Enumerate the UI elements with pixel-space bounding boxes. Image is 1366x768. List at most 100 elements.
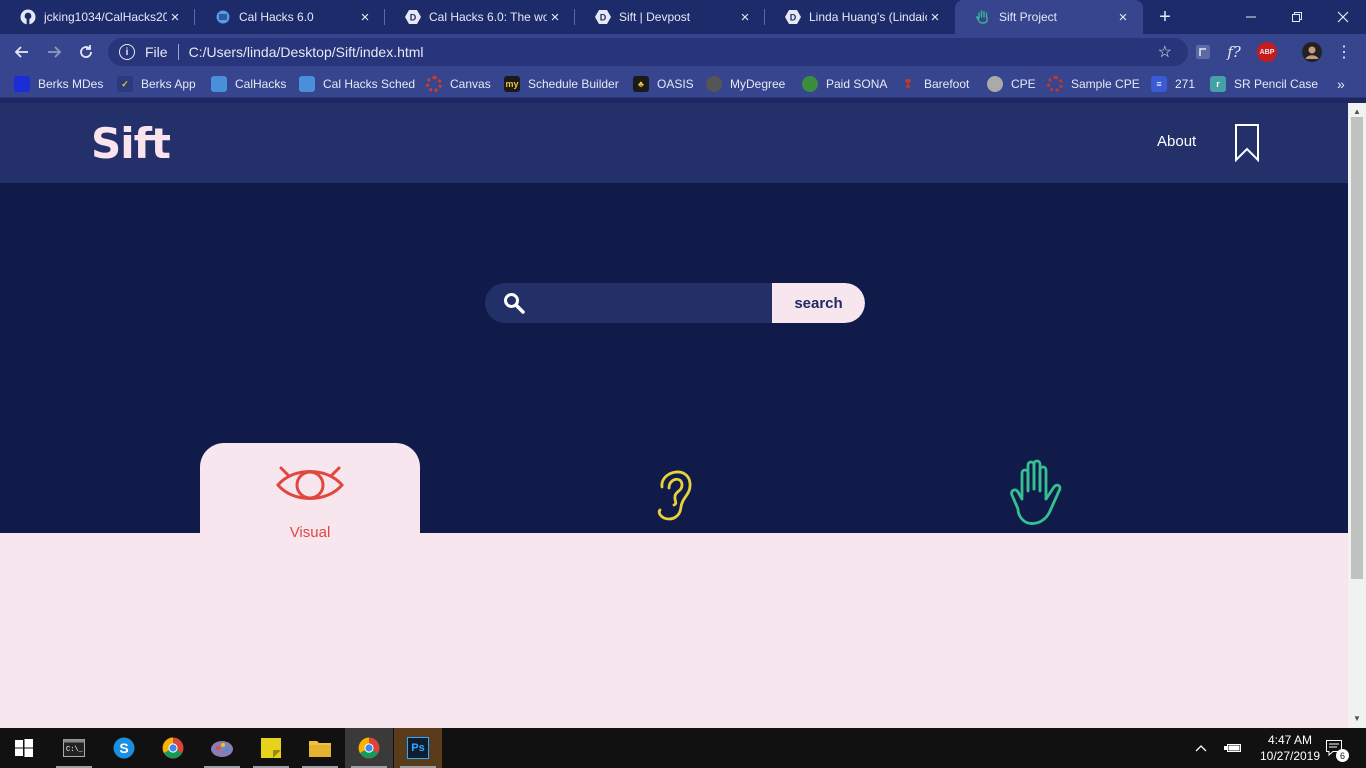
chrome-icon[interactable] (149, 728, 197, 768)
page-scrollbar[interactable]: ▲ ▼ (1348, 103, 1366, 728)
bookmark-item[interactable]: ♣ OASIS (633, 75, 694, 93)
more-bookmarks-icon[interactable]: » (1337, 75, 1345, 93)
skype-icon[interactable]: S (100, 728, 148, 768)
chrome-active-icon[interactable] (345, 728, 393, 768)
info-icon[interactable]: i (119, 44, 135, 60)
site-logo[interactable]: Sift (91, 119, 171, 168)
tab-sift-devpost[interactable]: D Sift | Devpost × (575, 0, 765, 34)
new-tab-button[interactable]: + (1153, 5, 1177, 29)
tab-tactile[interactable] (928, 443, 1148, 533)
photoshop-icon[interactable]: Ps (394, 728, 442, 768)
menu-icon[interactable]: ⋮ (1334, 42, 1354, 62)
bookmark-item[interactable]: my Schedule Builder (504, 75, 619, 93)
address-url[interactable]: C:/Users/linda/Desktop/Sift/index.html (189, 44, 424, 60)
address-divider (177, 44, 179, 60)
search-button[interactable]: search (772, 283, 865, 323)
about-link[interactable]: About (1157, 133, 1196, 150)
chevron-up-icon[interactable] (1190, 728, 1212, 768)
bookmark-item[interactable]: ≡ 271 (1151, 75, 1195, 93)
bookmark-icon: ✓ (117, 76, 133, 92)
bookmark-icon (14, 76, 30, 92)
tab-title: Cal Hacks 6.0 (239, 10, 314, 24)
bookmark-item[interactable]: Berks MDes (14, 75, 103, 93)
forward-icon[interactable] (43, 41, 65, 63)
close-icon[interactable]: × (167, 9, 183, 26)
globe-icon (706, 76, 722, 92)
terminal-icon[interactable]: C:\_ (50, 728, 98, 768)
bookmark-item[interactable]: Sample CPE (1047, 75, 1140, 93)
search-input[interactable] (539, 283, 771, 323)
notification-center-icon[interactable]: 6 (1320, 728, 1350, 768)
bookmark-label: Barefoot (924, 77, 970, 91)
bookmark-icon[interactable] (1234, 124, 1260, 163)
file-explorer-icon[interactable] (296, 728, 344, 768)
tab-devpost-calhacks[interactable]: D Cal Hacks 6.0: The worl × (385, 0, 575, 34)
bookmark-label: Schedule Builder (528, 77, 619, 91)
bookmark-icon: r (1210, 76, 1226, 92)
bookmark-item[interactable]: Canvas (426, 75, 491, 93)
bookmark-label: 271 (1175, 77, 1196, 91)
devpost-icon: D (595, 9, 611, 25)
close-icon[interactable]: × (357, 9, 373, 26)
bookmark-item[interactable]: ❢ Barefoot (900, 75, 969, 93)
bookmark-label: MyDegree (730, 77, 786, 91)
bookmark-item[interactable]: Cal Hacks Sched (299, 75, 415, 93)
hand-icon (975, 9, 991, 25)
bookmark-item[interactable]: ✓ Berks App (117, 75, 196, 93)
bookmark-icon: my (504, 76, 520, 92)
close-icon[interactable]: × (1115, 9, 1131, 26)
close-icon[interactable]: × (927, 9, 943, 26)
browser-toolbar: i File C:/Users/linda/Desktop/Sift/index… (0, 34, 1366, 70)
bookmark-icon (987, 76, 1003, 92)
bookmark-label: Berks App (141, 77, 196, 91)
close-window-icon[interactable] (1320, 0, 1366, 34)
bookmark-item[interactable]: CPE (987, 75, 1036, 93)
tab-visual-label: Visual (289, 524, 331, 541)
bookmark-item[interactable]: Paid SONA (802, 75, 887, 93)
close-icon[interactable]: × (547, 9, 563, 26)
scroll-down-icon[interactable]: ▼ (1353, 714, 1361, 723)
tab-title: Cal Hacks 6.0: The worl (429, 10, 547, 24)
formula-extension-icon[interactable]: f? (1224, 42, 1244, 62)
bookmark-label: Canvas (450, 77, 491, 91)
restore-icon[interactable] (1274, 0, 1320, 34)
adblock-icon[interactable]: ABP (1257, 42, 1277, 62)
calhacks-icon (215, 9, 231, 25)
address-bar[interactable]: i File C:/Users/linda/Desktop/Sift/index… (108, 38, 1188, 66)
minimize-icon[interactable] (1228, 0, 1274, 34)
tab-auditory[interactable] (564, 443, 784, 533)
reload-icon[interactable] (75, 41, 97, 63)
battery-icon[interactable] (1222, 728, 1244, 768)
tab-visual[interactable]: Visual (200, 443, 420, 541)
tab-linda-devpost[interactable]: D Linda Huang's (Lindaici × (765, 0, 955, 34)
tab-calhacks[interactable]: Cal Hacks 6.0 × (195, 0, 385, 34)
browser-tab-strip: jcking1034/CalHacks20 × Cal Hacks 6.0 × … (0, 0, 1366, 34)
back-icon[interactable] (11, 41, 33, 63)
photoshop-label: Ps (407, 737, 429, 759)
bookmark-label: CalHacks (235, 77, 287, 91)
paint-icon[interactable] (198, 728, 246, 768)
hero-section: search Visual (0, 183, 1348, 541)
scroll-up-icon[interactable]: ▲ (1353, 107, 1361, 116)
profile-avatar[interactable] (1302, 42, 1322, 62)
search-icon (504, 293, 525, 314)
extension-icon[interactable] (1193, 42, 1213, 62)
windows-start-icon[interactable] (0, 728, 48, 768)
bookmark-label: Cal Hacks Sched (323, 77, 416, 91)
tab-github[interactable]: jcking1034/CalHacks20 × (0, 0, 195, 34)
address-scheme: File (145, 44, 168, 60)
bookmark-icon (211, 76, 227, 92)
star-icon[interactable]: ☆ (1158, 42, 1172, 62)
tab-title: Linda Huang's (Lindaici (809, 10, 927, 24)
doc-icon: ≡ (1151, 76, 1167, 92)
ear-icon (657, 470, 692, 521)
bookmark-item[interactable]: MyDegree (706, 75, 785, 93)
bookmark-item[interactable]: CalHacks (211, 75, 286, 93)
tab-title: Sift Project (999, 10, 1058, 24)
sticky-notes-icon[interactable] (247, 728, 295, 768)
tab-sift-project[interactable]: Sift Project × (955, 0, 1143, 34)
bookmark-item[interactable]: r SR Pencil Case (1210, 75, 1318, 93)
scrollbar-thumb[interactable] (1351, 117, 1363, 579)
close-icon[interactable]: × (737, 9, 753, 26)
bookmark-icon (802, 76, 818, 92)
